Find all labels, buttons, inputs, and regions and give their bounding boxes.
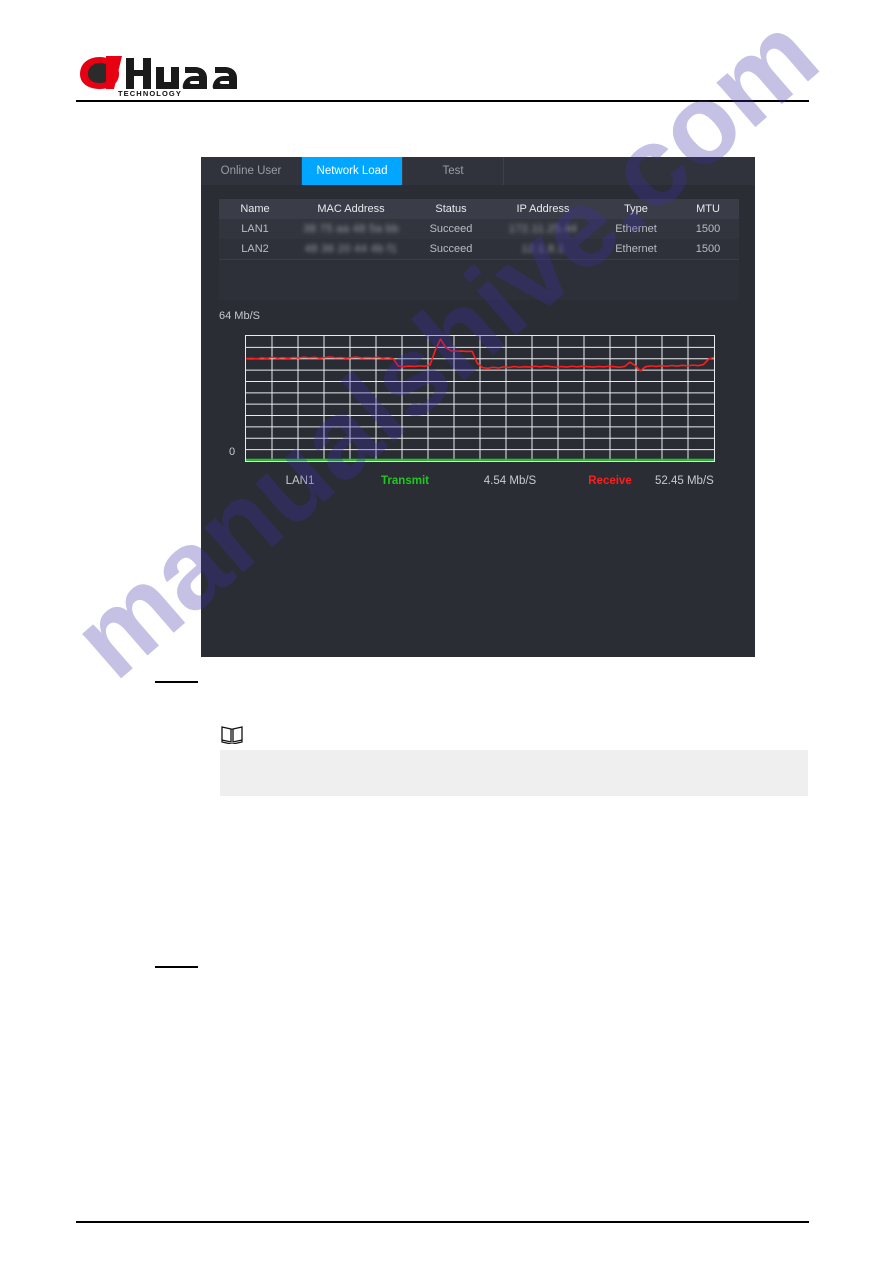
- device-ui-panel: Online User Network Load Test Name MAC A…: [201, 157, 755, 657]
- cell-type: Ethernet: [615, 243, 657, 255]
- brand-tagline: TECHNOLOGY: [118, 89, 182, 98]
- footer-divider: [76, 1221, 809, 1224]
- tab-network-load[interactable]: Network Load: [302, 157, 403, 185]
- figure-caption-rule: [155, 681, 198, 683]
- table-row[interactable]: LAN1 38 75 aa 48 5a bb Succeed 172.11.25…: [219, 219, 739, 239]
- note-content-box: [220, 750, 808, 796]
- book-note-icon: [221, 726, 243, 744]
- header-divider: [76, 100, 809, 103]
- tab-bar-filler: [504, 157, 755, 185]
- cell-mac-value: 38 75 aa 48 5a bb: [303, 223, 399, 235]
- dahua-logo: TECHNOLOGY: [76, 56, 316, 102]
- table-header-row: Name MAC Address Status IP Address Type …: [219, 199, 739, 219]
- table-empty-rows-area: [219, 259, 739, 300]
- column-header-mtu: MTU: [696, 203, 720, 215]
- column-header-mac: MAC Address: [317, 203, 385, 215]
- cell-ip: 12.1.8.1: [491, 243, 595, 255]
- dahua-logo-mark: [80, 56, 237, 89]
- cell-ip-value: 12.1.8.1: [521, 243, 565, 255]
- cell-mac: 48 36 20 44 4b f1: [291, 243, 411, 255]
- network-load-chart: [245, 335, 715, 462]
- column-header-name: Name: [240, 203, 270, 215]
- column-header-ip: IP Address: [516, 203, 570, 215]
- tab-online-user[interactable]: Online User: [201, 157, 302, 185]
- network-interface-table: Name MAC Address Status IP Address Type …: [219, 199, 739, 259]
- legend-transmit-label: Transmit: [381, 475, 429, 487]
- cell-name: LAN2: [241, 243, 269, 255]
- column-header-type: Type: [624, 203, 648, 215]
- tab-bar: Online User Network Load Test: [201, 157, 755, 185]
- chart-series-lines: [246, 338, 714, 461]
- column-header-status: Status: [435, 203, 467, 215]
- legend-interface-name: LAN1: [285, 475, 315, 487]
- chart-y-min-label: 0: [229, 446, 236, 458]
- cell-name: LAN1: [241, 223, 269, 235]
- chart-legend: LAN1 Transmit 4.54 Mb/S Receive 52.45 Mb…: [245, 473, 715, 489]
- cell-ip: 172.11.25.44: [491, 223, 595, 235]
- cell-mtu: 1500: [695, 223, 721, 235]
- table-row[interactable]: LAN2 48 36 20 44 4b f1 Succeed 12.1.8.1 …: [219, 239, 739, 259]
- chart-y-max-label: 64 Mb/S: [219, 310, 260, 322]
- legend-receive-value: 52.45 Mb/S: [655, 475, 714, 487]
- legend-receive-label: Receive: [588, 475, 632, 487]
- cell-ip-value: 172.11.25.44: [508, 223, 578, 235]
- cell-mac-value: 48 36 20 44 4b f1: [304, 243, 398, 255]
- cell-mtu: 1500: [695, 243, 721, 255]
- section-caption-rule: [155, 966, 198, 968]
- tab-test[interactable]: Test: [403, 157, 504, 185]
- cell-type: Ethernet: [615, 223, 657, 235]
- legend-transmit-value: 4.54 Mb/S: [483, 475, 537, 487]
- cell-status: Succeed: [429, 243, 473, 255]
- cell-status: Succeed: [429, 223, 473, 235]
- cell-mac: 38 75 aa 48 5a bb: [291, 223, 411, 235]
